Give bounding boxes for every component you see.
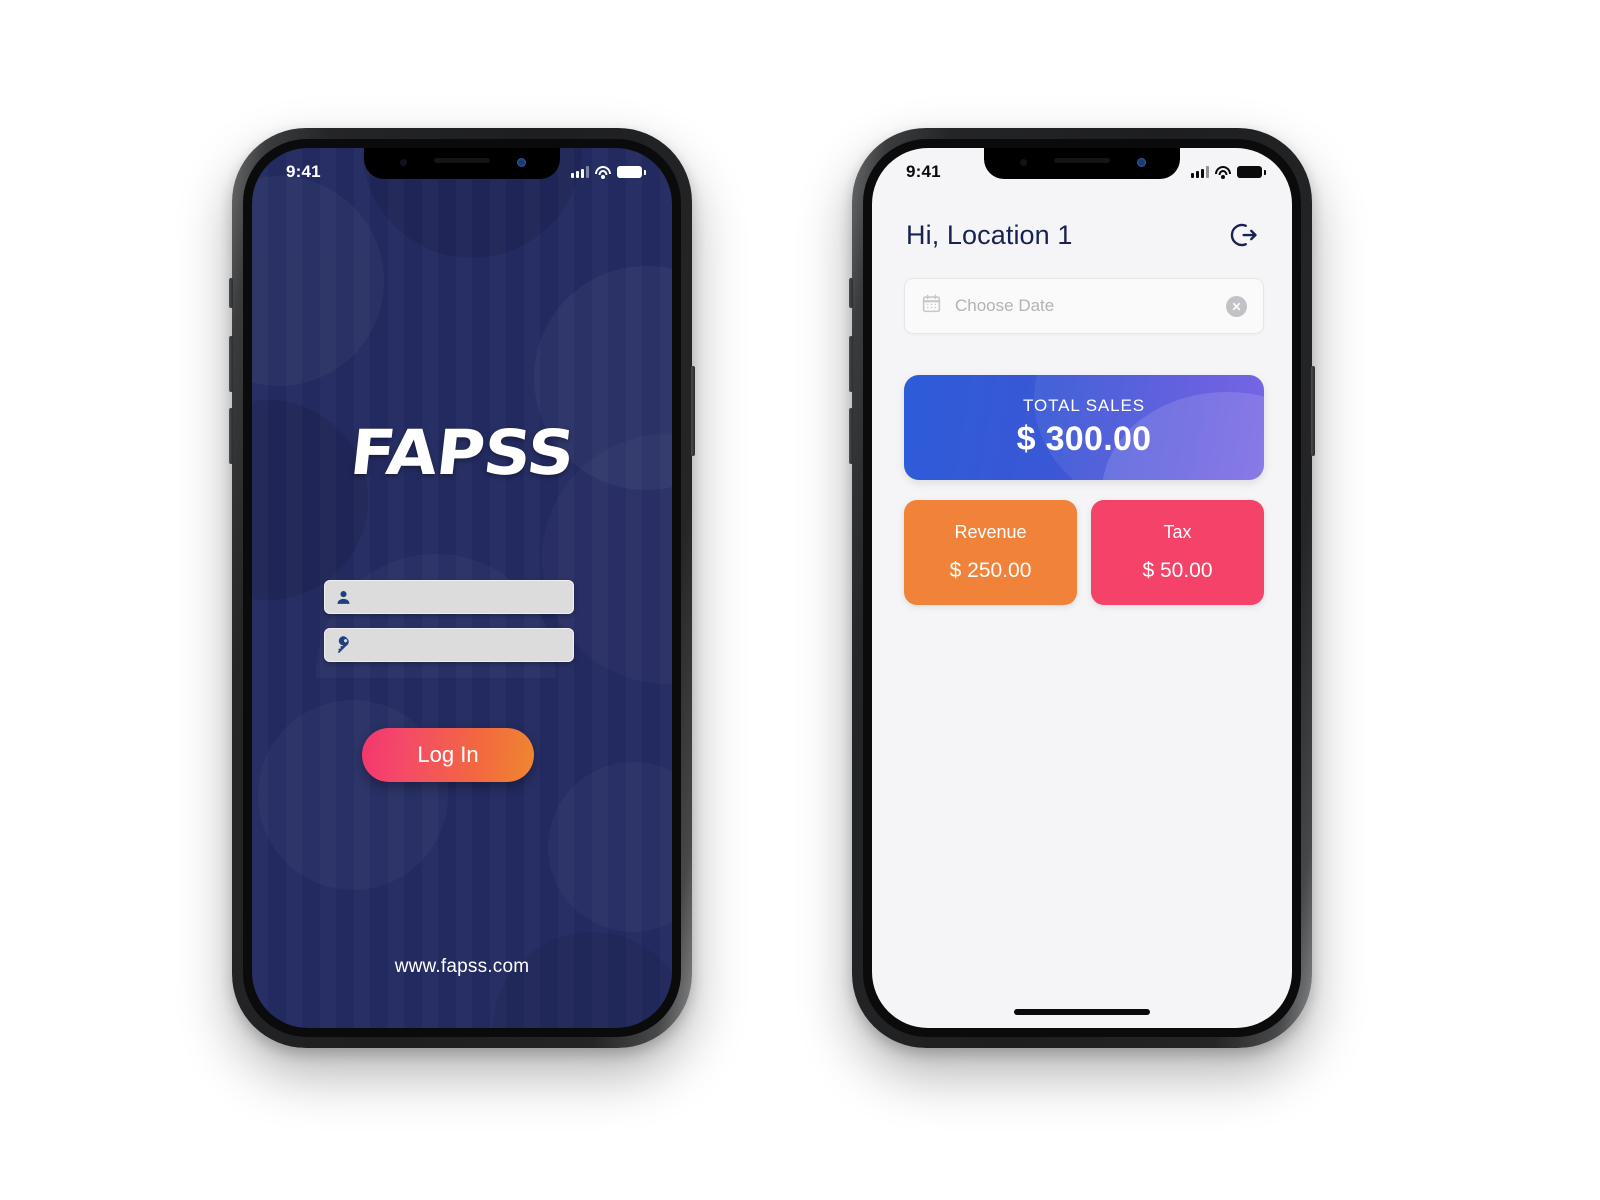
status-time: 9:41: [906, 161, 941, 181]
key-icon: [335, 636, 353, 654]
password-input[interactable]: [353, 628, 574, 662]
battery-icon: [617, 166, 646, 178]
earpiece-speaker: [434, 158, 490, 163]
calendar-icon: [921, 293, 942, 319]
front-camera-icon: [517, 158, 526, 167]
power-button[interactable]: [691, 366, 695, 456]
volume-up-button[interactable]: [849, 336, 853, 392]
screenshot-stage: 9:41 FAPSS Log In www.fapss.com 9:41 Hi,…: [0, 0, 1600, 1200]
power-button[interactable]: [1311, 366, 1315, 456]
phone-bezel: 9:41 Hi, Location 1 Choose Date TOTAL SA…: [863, 139, 1301, 1037]
revenue-value: $ 250.00: [949, 559, 1032, 582]
revenue-label: Revenue: [954, 522, 1027, 542]
mute-switch[interactable]: [849, 278, 853, 308]
home-indicator[interactable]: [1014, 1009, 1150, 1015]
volume-down-button[interactable]: [849, 408, 853, 464]
dashboard-header: Hi, Location 1: [906, 216, 1262, 254]
volume-up-button[interactable]: [229, 336, 233, 392]
logout-button[interactable]: [1224, 216, 1262, 254]
greeting-title: Hi, Location 1: [906, 219, 1073, 250]
front-camera-icon: [1137, 158, 1146, 167]
signal-bars-icon: [571, 166, 589, 178]
tax-label: Tax: [1163, 522, 1192, 542]
total-sales-label: TOTAL SALES: [1022, 396, 1146, 415]
password-field[interactable]: [324, 628, 574, 662]
username-input[interactable]: [352, 580, 574, 614]
revenue-card[interactable]: Revenue $ 250.00: [904, 500, 1077, 605]
phone-notch: [984, 148, 1180, 179]
phone-notch: [364, 148, 560, 179]
wifi-icon: [1215, 166, 1231, 179]
date-picker[interactable]: [904, 278, 1264, 334]
wifi-icon: [595, 166, 611, 179]
phone-mockup-login: 9:41 FAPSS Log In www.fapss.com: [229, 128, 695, 1048]
metrics-row: Revenue $ 250.00 Tax $ 50.00: [904, 500, 1264, 605]
logout-icon: [1230, 223, 1257, 247]
total-sales-value: $ 300.00: [1016, 420, 1152, 458]
tax-card[interactable]: Tax $ 50.00: [1091, 500, 1264, 605]
username-field[interactable]: [324, 580, 574, 614]
tax-value: $ 50.00: [1142, 559, 1213, 582]
proximity-sensor-icon: [400, 159, 407, 166]
phone-bezel: 9:41 FAPSS Log In www.fapss.com: [243, 139, 681, 1037]
clear-circle-icon[interactable]: [1226, 295, 1247, 317]
status-icons: [571, 166, 646, 179]
status-time: 9:41: [286, 161, 321, 181]
date-input[interactable]: [942, 295, 1226, 317]
login-button[interactable]: Log In: [362, 728, 534, 782]
login-screen: 9:41 FAPSS Log In www.fapss.com: [252, 148, 672, 1028]
total-sales-card[interactable]: TOTAL SALES $ 300.00: [904, 375, 1264, 480]
proximity-sensor-icon: [1020, 159, 1027, 166]
status-icons: [1191, 166, 1266, 179]
phone-mockup-dashboard: 9:41 Hi, Location 1 Choose Date TOTAL SA…: [849, 128, 1315, 1048]
app-logo: FAPSS: [346, 416, 578, 489]
mute-switch[interactable]: [229, 278, 233, 308]
volume-down-button[interactable]: [229, 408, 233, 464]
dashboard-screen: 9:41 Hi, Location 1 Choose Date TOTAL SA…: [872, 148, 1292, 1028]
person-icon: [335, 589, 352, 606]
website-url: www.fapss.com: [394, 956, 530, 977]
battery-icon: [1237, 166, 1266, 178]
earpiece-speaker: [1054, 158, 1110, 163]
signal-bars-icon: [1191, 166, 1209, 178]
